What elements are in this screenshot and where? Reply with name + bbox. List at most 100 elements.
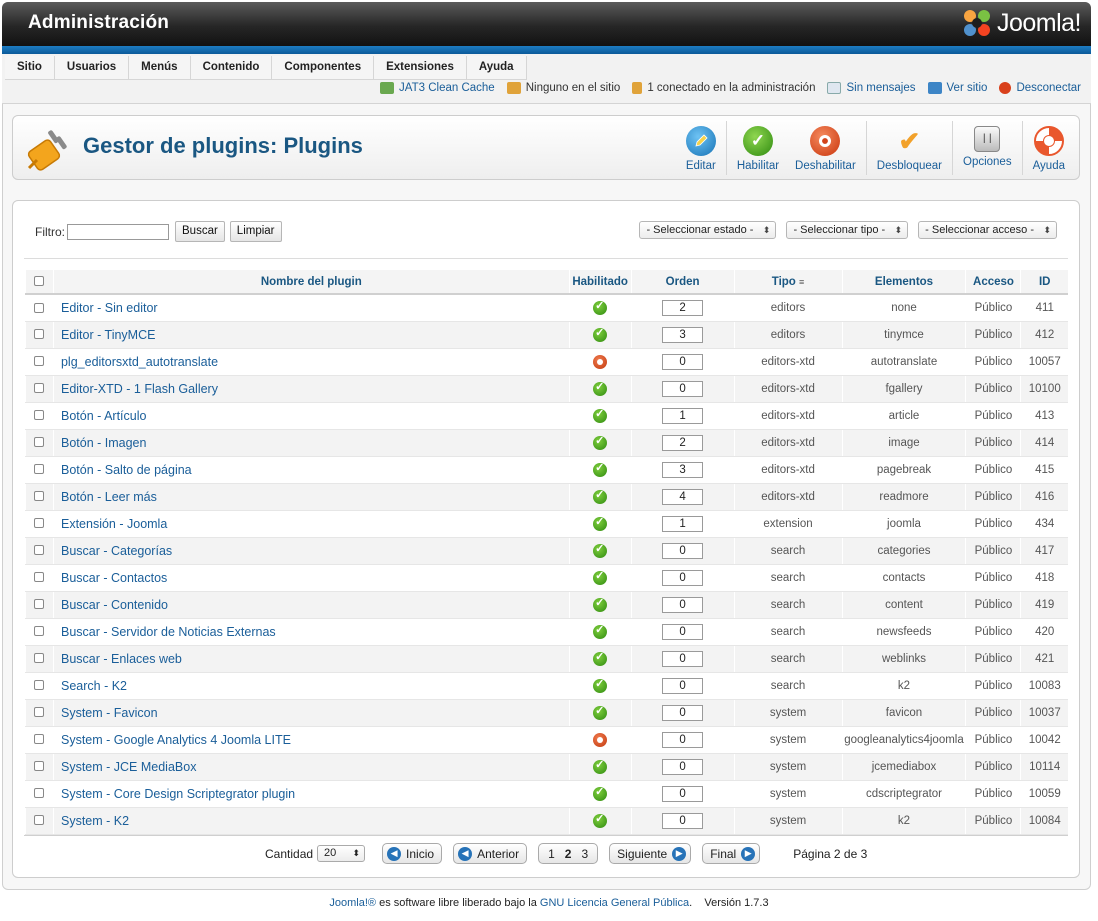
options-button[interactable]: || Opciones bbox=[955, 121, 1020, 177]
menu-ayuda[interactable]: Ayuda bbox=[466, 56, 527, 80]
plugin-name-link[interactable]: Search - K2 bbox=[52, 672, 570, 700]
plugin-name-link[interactable]: Buscar - Categorías bbox=[52, 537, 570, 565]
row-checkbox[interactable] bbox=[34, 734, 45, 745]
unpublish-button[interactable]: Deshabilitar bbox=[787, 121, 864, 177]
row-checkbox[interactable] bbox=[34, 680, 45, 691]
disabled-icon[interactable] bbox=[593, 732, 608, 747]
view-site-label[interactable]: Ver sitio bbox=[947, 82, 988, 94]
enabled-icon[interactable] bbox=[593, 407, 608, 423]
order-input[interactable]: 1 bbox=[662, 515, 704, 532]
count-select[interactable]: 20 bbox=[317, 845, 366, 862]
row-checkbox[interactable] bbox=[34, 788, 45, 799]
select-all-checkbox[interactable] bbox=[34, 276, 45, 287]
col-type[interactable]: Tipo ≡ bbox=[733, 270, 842, 295]
row-checkbox[interactable] bbox=[34, 329, 45, 340]
clear-button[interactable]: Limpiar bbox=[229, 221, 282, 242]
row-checkbox[interactable] bbox=[34, 356, 45, 367]
row-checkbox[interactable] bbox=[34, 626, 45, 637]
plugin-name-link[interactable]: Editor - Sin editor bbox=[52, 294, 570, 322]
menu-sitio[interactable]: Sitio bbox=[5, 56, 55, 80]
state-select[interactable]: - Seleccionar estado - bbox=[639, 221, 777, 239]
plugin-name-link[interactable]: System - JCE MediaBox bbox=[52, 753, 570, 781]
page-link-3[interactable]: 3 bbox=[576, 847, 593, 861]
plugin-name-link[interactable]: Editor - TinyMCE bbox=[52, 321, 570, 349]
plugin-name-link[interactable]: Buscar - Servidor de Noticias Externas bbox=[52, 618, 570, 646]
order-input[interactable]: 0 bbox=[662, 704, 704, 721]
enabled-icon[interactable] bbox=[593, 515, 608, 531]
row-checkbox[interactable] bbox=[34, 383, 45, 394]
plugin-name-link[interactable]: Extensión - Joomla bbox=[52, 510, 570, 538]
order-input[interactable]: 2 bbox=[662, 299, 704, 316]
prev-button[interactable]: ◀ Anterior bbox=[453, 843, 528, 864]
row-checkbox[interactable] bbox=[34, 464, 45, 475]
plugin-name-link[interactable]: System - Core Design Scriptegrator plugi… bbox=[52, 780, 570, 808]
plugin-name-link[interactable]: Botón - Imagen bbox=[52, 429, 570, 457]
row-checkbox[interactable] bbox=[34, 518, 45, 529]
logout-label[interactable]: Desconectar bbox=[1016, 82, 1081, 94]
plugin-name-link[interactable]: Buscar - Contactos bbox=[52, 564, 570, 592]
col-access[interactable]: Acceso bbox=[965, 270, 1021, 295]
enabled-icon[interactable] bbox=[593, 785, 608, 801]
search-button[interactable]: Buscar bbox=[175, 221, 225, 242]
row-checkbox[interactable] bbox=[34, 599, 45, 610]
order-input[interactable]: 0 bbox=[662, 677, 704, 694]
logout-link[interactable]: Desconectar bbox=[999, 82, 1081, 94]
row-checkbox[interactable] bbox=[34, 410, 45, 421]
enabled-icon[interactable] bbox=[593, 812, 608, 828]
enabled-icon[interactable] bbox=[593, 650, 608, 666]
col-enabled[interactable]: Habilitado bbox=[568, 270, 632, 295]
plugin-name-link[interactable]: System - Favicon bbox=[52, 699, 570, 727]
start-button[interactable]: ◀ Inicio bbox=[382, 843, 443, 864]
col-elements[interactable]: Elementos bbox=[841, 270, 966, 295]
publish-button[interactable]: ✓ Habilitar bbox=[729, 121, 787, 177]
messages-link[interactable]: Sin mensajes bbox=[827, 82, 916, 94]
order-input[interactable]: 0 bbox=[662, 731, 704, 748]
order-input[interactable]: 1 bbox=[662, 407, 704, 424]
plugin-name-link[interactable]: Editor-XTD - 1 Flash Gallery bbox=[52, 375, 570, 403]
order-input[interactable]: 0 bbox=[662, 380, 704, 397]
row-checkbox[interactable] bbox=[34, 761, 45, 772]
view-site-link[interactable]: Ver sitio bbox=[927, 82, 988, 94]
messages-label[interactable]: Sin mensajes bbox=[846, 82, 915, 94]
order-input[interactable]: 2 bbox=[662, 434, 704, 451]
filter-input[interactable] bbox=[67, 223, 169, 240]
plugin-name-link[interactable]: System - Google Analytics 4 Joomla LITE bbox=[52, 726, 570, 754]
end-button[interactable]: Final ▶ bbox=[702, 843, 761, 864]
row-checkbox[interactable] bbox=[34, 491, 45, 502]
row-checkbox[interactable] bbox=[34, 545, 45, 556]
menu-componentes[interactable]: Componentes bbox=[272, 56, 375, 80]
checkin-button[interactable]: ✔ Desbloquear bbox=[869, 121, 950, 177]
plugin-name-link[interactable]: Botón - Salto de página bbox=[52, 456, 570, 484]
col-name[interactable]: Nombre del plugin bbox=[52, 270, 570, 295]
row-checkbox[interactable] bbox=[34, 302, 45, 313]
order-input[interactable]: 3 bbox=[662, 326, 704, 343]
edit-button[interactable]: Editar bbox=[678, 121, 724, 177]
enabled-icon[interactable] bbox=[593, 758, 608, 774]
plugin-name-link[interactable]: Botón - Artículo bbox=[52, 402, 570, 430]
enabled-icon[interactable] bbox=[593, 488, 608, 504]
type-select[interactable]: - Seleccionar tipo - bbox=[786, 221, 909, 239]
enabled-icon[interactable] bbox=[593, 677, 608, 693]
enabled-icon[interactable] bbox=[593, 542, 608, 558]
access-select[interactable]: - Seleccionar acceso - bbox=[918, 221, 1057, 239]
col-id[interactable]: ID bbox=[1020, 270, 1068, 295]
next-button[interactable]: Siguiente ▶ bbox=[609, 843, 692, 864]
plugin-name-link[interactable]: Buscar - Contenido bbox=[52, 591, 570, 619]
clean-cache-link[interactable]: JAT3 Clean Cache bbox=[380, 82, 495, 94]
enabled-icon[interactable] bbox=[593, 326, 608, 342]
plugin-name-link[interactable]: plg_editorsxtd_autotranslate bbox=[52, 348, 570, 376]
order-input[interactable]: 0 bbox=[662, 353, 704, 370]
help-button[interactable]: Ayuda bbox=[1025, 121, 1073, 177]
row-checkbox[interactable] bbox=[34, 572, 45, 583]
row-checkbox[interactable] bbox=[34, 707, 45, 718]
enabled-icon[interactable] bbox=[593, 623, 608, 639]
order-input[interactable]: 3 bbox=[662, 461, 704, 478]
col-order[interactable]: Orden bbox=[630, 270, 735, 295]
joomla-link[interactable]: Joomla!® bbox=[329, 897, 376, 909]
menu-usuarios[interactable]: Usuarios bbox=[54, 56, 130, 80]
order-input[interactable]: 0 bbox=[662, 623, 704, 640]
enabled-icon[interactable] bbox=[593, 299, 608, 315]
plugin-name-link[interactable]: Botón - Leer más bbox=[52, 483, 570, 511]
clean-cache-label[interactable]: JAT3 Clean Cache bbox=[399, 82, 495, 94]
order-input[interactable]: 0 bbox=[662, 650, 704, 667]
